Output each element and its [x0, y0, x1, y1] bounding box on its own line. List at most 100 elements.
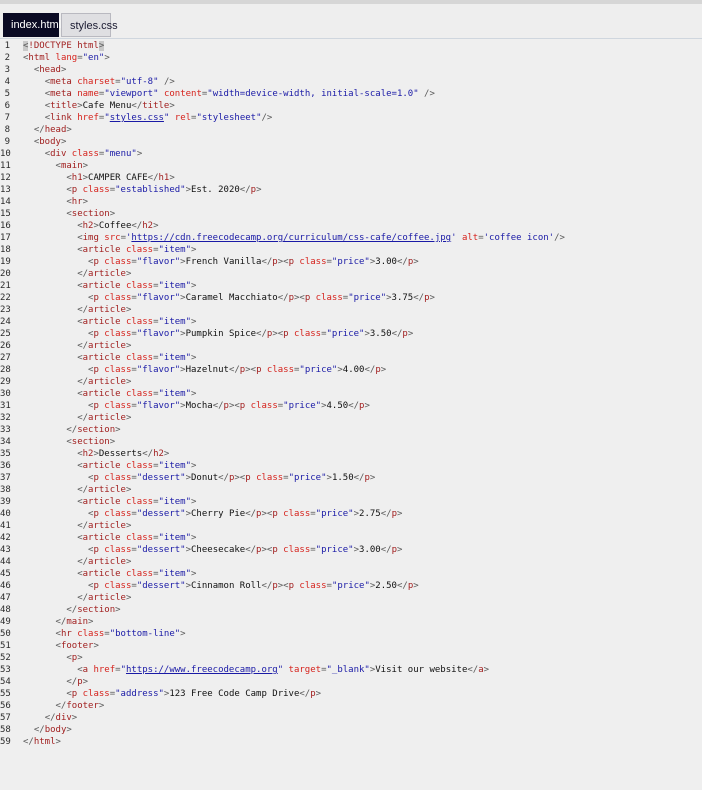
code-text: <article class="item"> — [77, 245, 197, 255]
code-line: 29 </article> — [0, 376, 702, 388]
line-number: 7 — [4, 113, 10, 123]
code-text: <link href="styles.css" rel="stylesheet"… — [44, 113, 273, 123]
line-number: 21 — [0, 281, 11, 291]
code-text: </article> — [77, 593, 132, 603]
line-number: 42 — [0, 533, 11, 543]
line-number: 38 — [0, 485, 11, 495]
code-line: 52 <p> — [0, 652, 702, 664]
code-text: <img src='https://cdn.freecodecamp.org/c… — [77, 233, 565, 243]
code-text: <p class="flavor">Caramel Macchiato</p><… — [88, 293, 435, 303]
line-number: 30 — [0, 389, 11, 399]
line-number: 41 — [0, 521, 11, 531]
tab-styles-css[interactable]: styles.css — [61, 13, 118, 37]
code-text: <h2>Coffee</h2> — [77, 221, 159, 231]
code-text: <meta name="viewport" content="width=dev… — [44, 89, 435, 99]
code-line: 9 <body> — [0, 136, 702, 148]
line-number: 45 — [0, 569, 11, 579]
line-number: 54 — [0, 677, 11, 687]
code-line: 45 <article class="item"> — [0, 568, 702, 580]
line-number: 17 — [0, 233, 11, 243]
code-line: 42 <article class="item"> — [0, 532, 702, 544]
line-number: 11 — [0, 161, 11, 171]
code-text: <p class="dessert">Cheesecake</p><p clas… — [88, 545, 403, 555]
code-line: 37 <p class="dessert">Donut</p><p class=… — [0, 472, 702, 484]
code-text: </section> — [66, 425, 121, 435]
code-text: <p class="flavor">French Vanilla</p><p c… — [88, 257, 419, 267]
code-editor[interactable]: 1 <!DOCTYPE html> 2 <html lang="en"> 3 <head… — [0, 39, 702, 790]
code-line: 40 <p class="dessert">Cherry Pie</p><p c… — [0, 508, 702, 520]
code-line: 23 </article> — [0, 304, 702, 316]
code-line: 5 <meta name="viewport" content="width=d… — [0, 88, 702, 100]
code-text: <p class="established">Est. 2020</p> — [66, 185, 262, 195]
code-text: <a href="https://www.freecodecamp.org" t… — [77, 665, 490, 675]
line-number: 36 — [0, 461, 11, 471]
code-line: 48 </section> — [0, 604, 702, 616]
line-number: 23 — [0, 305, 11, 315]
code-text: <head> — [33, 65, 67, 75]
code-text: </article> — [77, 485, 132, 495]
line-number: 56 — [0, 701, 11, 711]
code-line: 43 <p class="dessert">Cheesecake</p><p c… — [0, 544, 702, 556]
line-number: 4 — [4, 77, 10, 87]
code-line: 46 <p class="dessert">Cinnamon Roll</p><… — [0, 580, 702, 592]
code-text: <p class="dessert">Cherry Pie</p><p clas… — [88, 509, 403, 519]
code-text: </main> — [55, 617, 94, 627]
code-line: 7 <link href="styles.css" rel="styleshee… — [0, 112, 702, 124]
code-line: 49 </main> — [0, 616, 702, 628]
code-text: <h2>Desserts</h2> — [77, 449, 170, 459]
code-line: 41 </article> — [0, 520, 702, 532]
code-text: <article class="item"> — [77, 353, 197, 363]
line-number: 14 — [0, 197, 11, 207]
code-text: <!DOCTYPE html> — [23, 41, 105, 51]
code-line: 44 </article> — [0, 556, 702, 568]
line-number: 28 — [0, 365, 11, 375]
code-line: 26 </article> — [0, 340, 702, 352]
code-line: 53 <a href="https://www.freecodecamp.org… — [0, 664, 702, 676]
line-number: 27 — [0, 353, 11, 363]
tab-index-html[interactable]: index.html — [3, 13, 61, 37]
code-text: </p> — [66, 677, 89, 687]
code-line: 24 <article class="item"> — [0, 316, 702, 328]
line-number: 3 — [4, 65, 10, 75]
code-line: 17 <img src='https://cdn.freecodecamp.or… — [0, 232, 702, 244]
code-text: </html> — [23, 737, 61, 747]
code-line: 2 <html lang="en"> — [0, 52, 702, 64]
code-text: <p> — [66, 653, 83, 663]
line-number: 46 — [0, 581, 11, 591]
code-line: 59 </html> — [0, 736, 702, 748]
line-number: 34 — [0, 437, 11, 447]
code-text: <article class="item"> — [77, 461, 197, 471]
code-line: 31 <p class="flavor">Mocha</p><p class="… — [0, 400, 702, 412]
code-line: 50 <hr class="bottom-line"> — [0, 628, 702, 640]
line-number: 12 — [0, 173, 11, 183]
code-text: </body> — [33, 725, 72, 735]
code-line: 30 <article class="item"> — [0, 388, 702, 400]
code-text: <meta charset="utf-8" /> — [44, 77, 175, 87]
line-number: 47 — [0, 593, 11, 603]
line-number: 49 — [0, 617, 11, 627]
code-text: </div> — [44, 713, 78, 723]
code-line: 56 </footer> — [0, 700, 702, 712]
code-text: <section> — [66, 209, 116, 219]
code-text: <section> — [66, 437, 116, 447]
code-line: 51 <footer> — [0, 640, 702, 652]
code-line: 57 </div> — [0, 712, 702, 724]
code-text: <article class="item"> — [77, 533, 197, 543]
code-text: <title>Cafe Menu</title> — [44, 101, 175, 111]
code-text: </head> — [33, 125, 72, 135]
code-text: <article class="item"> — [77, 281, 197, 291]
code-text: <body> — [33, 137, 67, 147]
code-line: 39 <article class="item"> — [0, 496, 702, 508]
line-number: 5 — [4, 89, 10, 99]
code-line: 13 <p class="established">Est. 2020</p> — [0, 184, 702, 196]
line-number: 51 — [0, 641, 11, 651]
line-number: 48 — [0, 605, 11, 615]
code-line: 58 </body> — [0, 724, 702, 736]
line-number: 44 — [0, 557, 11, 567]
line-number: 24 — [0, 317, 11, 327]
code-text: <p class="dessert">Donut</p><p class="pr… — [88, 473, 376, 483]
line-number: 55 — [0, 689, 11, 699]
line-number: 20 — [0, 269, 11, 279]
line-number: 10 — [0, 149, 11, 159]
code-line: 12 <h1>CAMPER CAFE</h1> — [0, 172, 702, 184]
